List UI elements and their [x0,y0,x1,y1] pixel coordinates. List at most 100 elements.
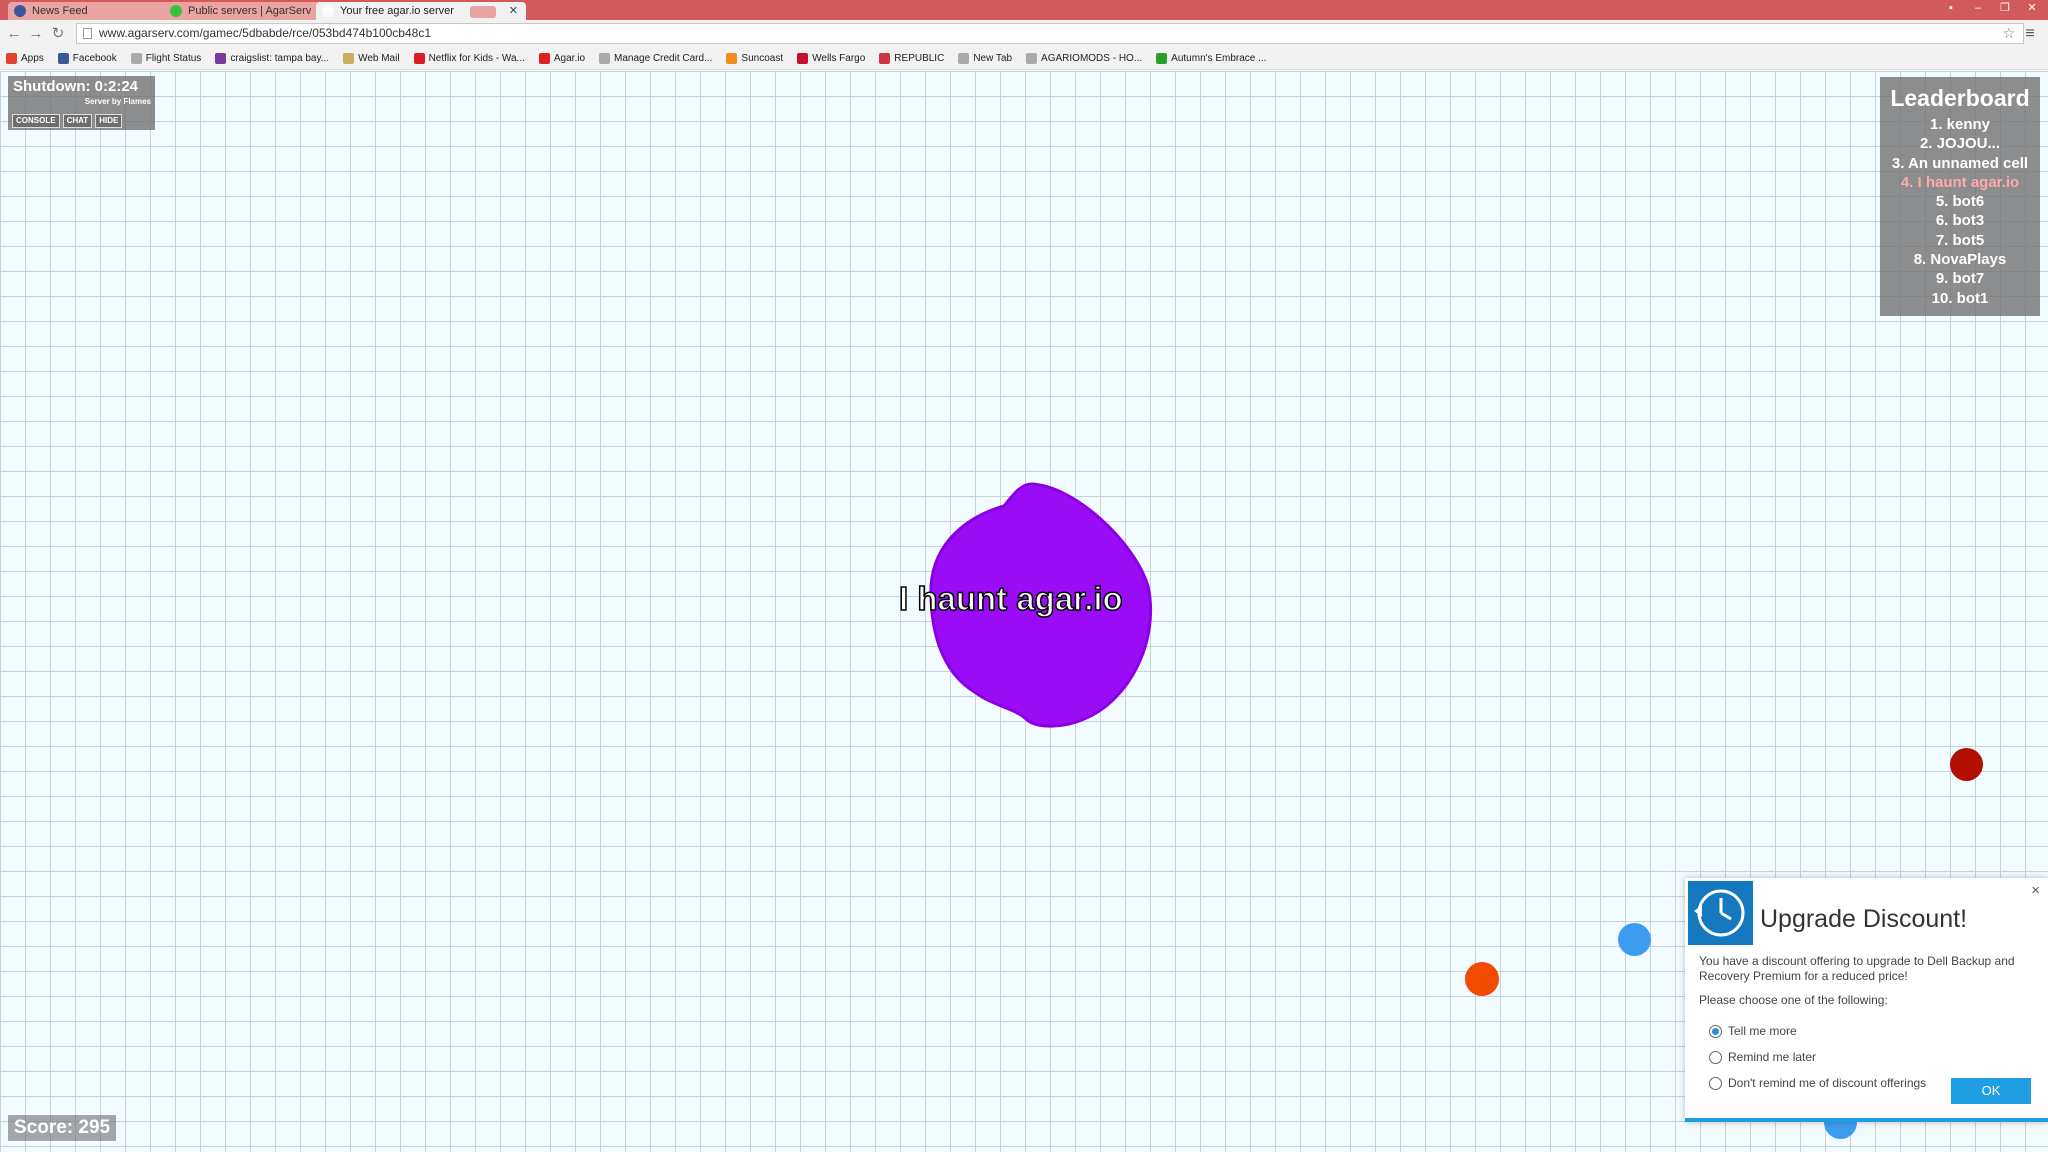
hide-button[interactable]: HIDE [95,114,123,128]
leaderboard-entry: 2. JOJOU... [1919,135,2001,153]
bookmark-label: Netflix for Kids - Wa... [428,53,525,64]
restore-icon[interactable]: ❐ [1992,0,2018,16]
bookmark-label: AGARIOMODS - HO... [1041,53,1143,64]
leaderboard-title: Leaderboard [1890,85,2030,111]
leaderboard-entry: 6. bot3 [1935,212,1985,230]
close-window-icon[interactable]: ✕ [2019,0,2045,16]
bookmark-label: Wells Fargo [812,53,866,64]
option-label: Don't remind me of discount offerings [1728,1076,1927,1090]
url-text: www.agarserv.com/gamec/5dbabde/rce/053bd… [99,26,431,40]
popup-title: Upgrade Discount! [1760,905,1968,933]
bookmark-item[interactable]: Agar.io [538,53,585,64]
minimize-icon[interactable]: – [1965,0,1991,16]
bookmark-star-icon[interactable]: ☆ [2002,24,2015,43]
chat-button[interactable]: CHAT [62,114,93,128]
bookmark-item[interactable]: Facebook [57,53,117,64]
upgrade-discount-popup: × Upgrade Discount! You have a discount … [1685,878,2048,1122]
close-tab-icon[interactable]: ✕ [509,2,518,20]
bookmark-label: Apps [21,53,44,64]
option-label: Tell me more [1728,1024,1797,1038]
leaderboard-entry: 8. NovaPlays [1913,251,2007,269]
page-tab-icon [322,5,334,17]
bookmark-label: New Tab [973,53,1013,64]
bookmark-label: craigslist: tampa bay... [230,53,330,64]
leaderboard-entry: 5. bot6 [1935,193,1985,211]
bookmark-item[interactable]: Flight Status [130,53,202,64]
player-name-label: I haunt agar.io [898,579,1123,618]
bookmark-icon [879,53,891,64]
browser-titlebar: News Feed ✕ Public servers | AgarServ ✕ … [0,0,2048,20]
leaderboard-entry: 1. kenny [1929,116,1991,133]
bookmark-icon [6,53,17,64]
bookmark-item[interactable]: Web Mail [343,53,400,64]
bookmark-item[interactable]: Suncoast [726,53,783,64]
address-bar[interactable]: www.agarserv.com/gamec/5dbabde/rce/053bd… [76,23,2024,44]
bookmark-label: Facebook [72,53,117,64]
bookmark-icon [726,53,738,64]
leaderboard-entry: 10. bot1 [1931,289,1989,307]
leaderboard-entry: 9. bot7 [1935,270,1985,288]
leaderboard-entry-self: 4. I haunt agar.io [1900,173,2020,191]
bookmark-label: Suncoast [741,53,784,64]
user-icon[interactable]: ▪ [1938,0,1964,16]
bookmark-icon [1156,53,1168,64]
server-credit: Server by Flames [84,97,151,106]
tab-title: Public servers | AgarServ [188,5,312,17]
tab-title: Your free agar.io server [340,5,454,17]
bookmark-item[interactable]: craigslist: tampa bay... [215,53,329,64]
bookmark-icon [130,53,142,64]
option-label: Remind me later [1728,1050,1817,1064]
bookmark-label: Flight Status [145,53,202,64]
bookmark-icon [958,53,970,64]
bookmark-label: Web Mail [358,53,400,64]
radio-selected[interactable] [1709,1024,1722,1038]
bookmark-label: REPUBLIC [894,53,945,64]
forward-icon[interactable]: → [26,24,46,44]
facebook-tab-icon [14,5,26,17]
radio[interactable] [1709,1076,1722,1090]
bookmark-label: Autumn's Embrace ... [1171,53,1267,64]
bookmark-icon [215,53,227,64]
ok-button[interactable]: OK [1951,1078,2031,1104]
bookmark-item[interactable]: Manage Credit Card... [599,53,712,64]
console-button[interactable]: CONSOLE [12,114,60,128]
bookmark-icon [797,53,809,64]
bookmarks-bar: Apps Facebook Flight Status craigslist: tam… [0,48,2048,70]
new-tab-button[interactable] [470,6,496,18]
radio[interactable] [1709,1050,1722,1064]
browser-toolbar: ← → ↻ www.agarserv.com/gamec/5dbabde/rce… [0,20,2048,49]
option-remind-later[interactable]: Remind me later [1709,1050,1816,1064]
server-status-panel: Shutdown: 0:2:24 Server by Flames CONSOL… [8,76,155,130]
bookmark-item[interactable]: Apps [6,53,44,64]
bookmark-icon [413,53,425,64]
popup-description: You have a discount offering to upgrade … [1699,954,2015,983]
bookmark-item[interactable]: Netflix for Kids - Wa... [413,53,525,64]
score-display: Score: 295 [8,1115,117,1141]
shutdown-timer: Shutdown: 0:2:24 [13,78,139,95]
bookmark-item[interactable]: New Tab [958,53,1012,64]
bookmark-icon [1026,53,1038,64]
popup-choose-label: Please choose one of the following: [1699,993,1888,1007]
bookmark-icon [57,53,69,64]
popup-close-icon[interactable]: × [2031,882,2040,899]
bookmark-icon [538,53,550,64]
bookmark-item[interactable]: Wells Fargo [797,53,865,64]
leaderboard-entry: 7. bot5 [1935,231,1985,249]
reload-icon[interactable]: ↻ [48,24,68,44]
bookmark-icon [343,53,355,64]
pellet-blue [1618,923,1651,956]
bookmark-icon [599,53,611,64]
tab-title: News Feed [32,5,88,17]
page-icon [83,28,92,39]
leaderboard: Leaderboard 1. kenny 2. JOJOU... 3. An u… [1880,77,2040,316]
bookmark-item[interactable]: REPUBLIC [879,53,944,64]
bookmark-item[interactable]: AGARIOMODS - HO... [1026,53,1142,64]
pellet-orange [1465,962,1499,996]
option-dont-remind[interactable]: Don't remind me of discount offerings [1709,1076,1926,1090]
backup-clock-icon [1688,881,1753,945]
menu-icon[interactable]: ≡ [2020,24,2040,44]
back-icon[interactable]: ← [4,24,24,44]
bookmark-item[interactable]: Autumn's Embrace ... [1156,53,1266,64]
option-tell-me-more[interactable]: Tell me more [1709,1024,1797,1038]
pellet-dark-red [1950,748,1983,781]
